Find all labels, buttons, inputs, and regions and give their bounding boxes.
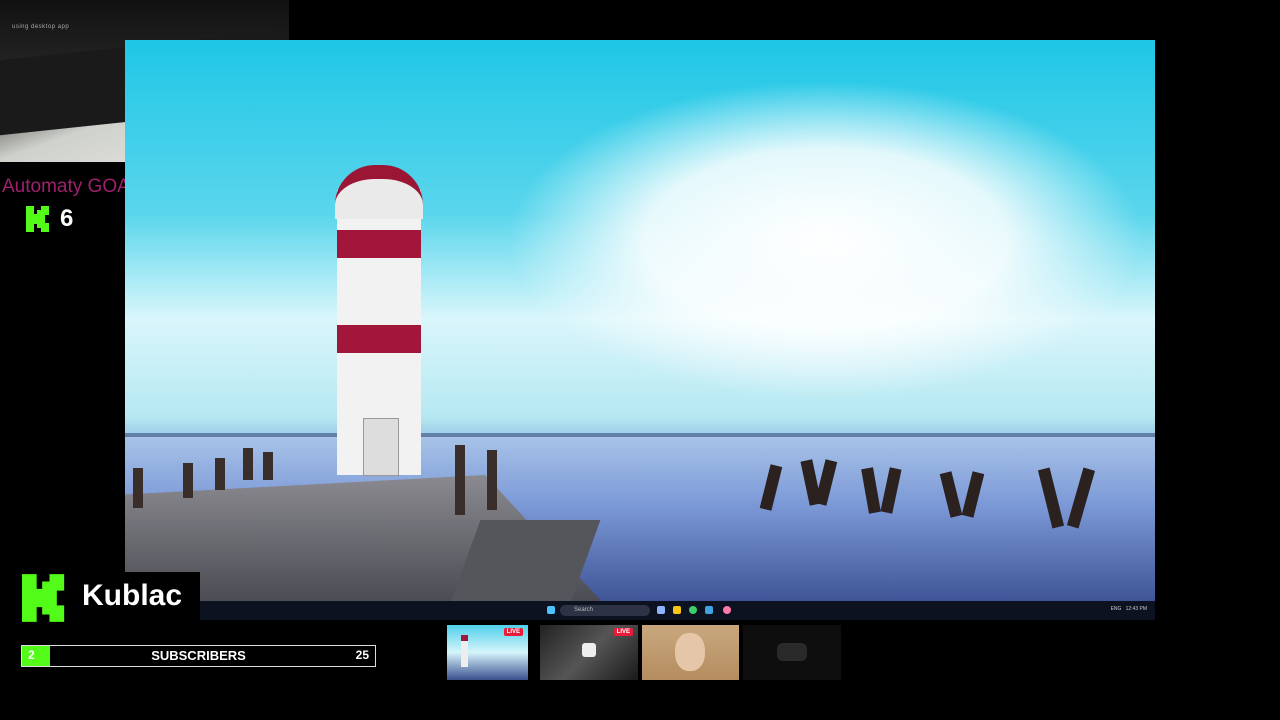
- sky-glow: [505, 80, 1145, 400]
- horizon-line: [125, 433, 1155, 437]
- task-view-icon[interactable]: [657, 606, 665, 614]
- lighthouse-door: [363, 418, 399, 476]
- pier-post: [243, 448, 253, 480]
- pier-post: [263, 452, 273, 480]
- donator-count: 6: [60, 205, 74, 232]
- app-icon[interactable]: [723, 606, 731, 614]
- tray-clock: 12:43 PM: [1125, 606, 1147, 612]
- pier-post: [183, 463, 193, 498]
- stream-thumbnail-4[interactable]: [743, 625, 841, 680]
- stream-thumbnail-3[interactable]: [642, 625, 739, 680]
- channel-logo: Kublac: [20, 572, 200, 624]
- pier-post: [215, 458, 225, 490]
- pier-post: [455, 445, 465, 515]
- start-icon[interactable]: [547, 606, 555, 614]
- webcam-caption: using desktop app: [12, 24, 70, 30]
- subscriber-goal-bar: 2 SUBSCRIBERS 25: [21, 645, 376, 667]
- kick-logo-icon: [22, 574, 65, 622]
- live-badge: LIVE: [613, 628, 633, 636]
- thumb-car: [777, 643, 807, 661]
- chrome-icon[interactable]: [689, 606, 697, 614]
- windows-taskbar: Search ENG 12:43 PM: [125, 601, 1155, 620]
- lighthouse-stripe: [337, 230, 421, 258]
- steam-icon[interactable]: [705, 606, 713, 614]
- subscriber-goal: 25: [355, 648, 369, 662]
- thumb-face: [675, 633, 705, 671]
- pier-post: [133, 468, 143, 508]
- channel-name: Kublac: [82, 579, 183, 612]
- thumb-lighthouse: [461, 635, 468, 667]
- stream-thumbnail-1[interactable]: LIVE: [447, 625, 528, 680]
- lighthouse-stripe: [337, 325, 421, 353]
- shared-desktop-screen: Search ENG 12:43 PM: [125, 40, 1155, 620]
- thumb-icon: [582, 643, 596, 657]
- lighthouse-lamp: [335, 165, 423, 219]
- kick-logo-icon: [26, 206, 49, 232]
- pier-post: [487, 450, 497, 510]
- file-explorer-icon[interactable]: [673, 606, 681, 614]
- tray-lang: ENG: [1110, 606, 1122, 612]
- live-badge: LIVE: [503, 628, 523, 636]
- system-tray[interactable]: ENG 12:43 PM: [1111, 606, 1147, 612]
- subscriber-label: SUBSCRIBERS: [151, 648, 246, 663]
- taskbar-search[interactable]: Search: [560, 605, 650, 616]
- stream-thumbnail-2[interactable]: LIVE: [540, 625, 638, 680]
